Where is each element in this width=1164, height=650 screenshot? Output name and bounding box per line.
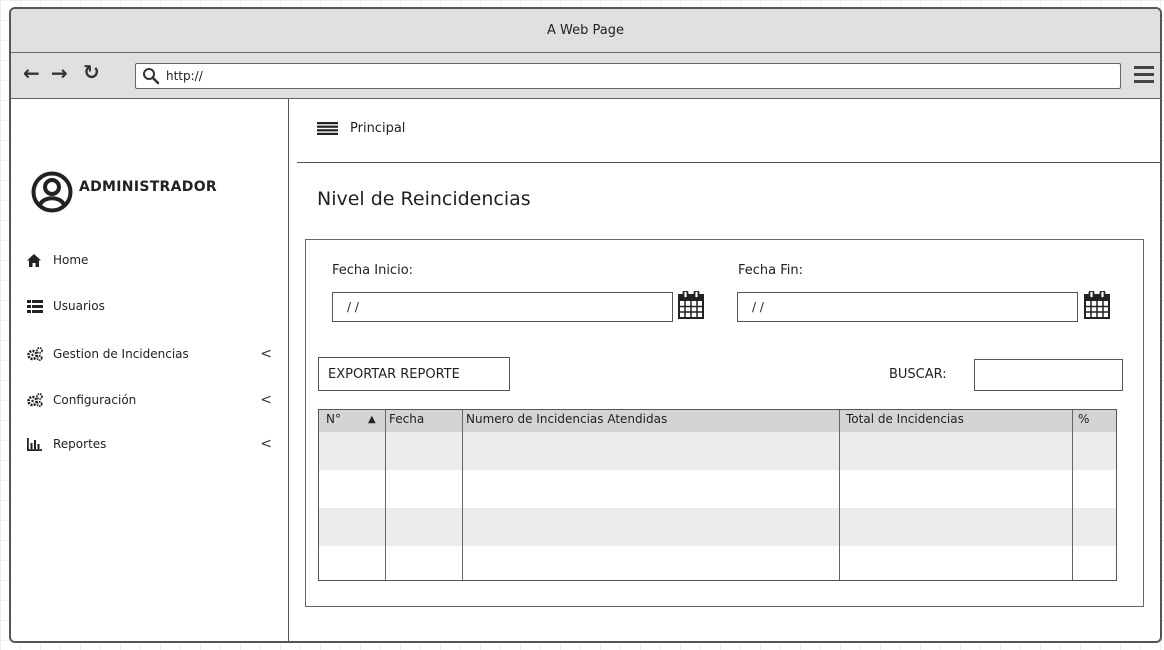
sidebar-item-home[interactable]: Home (27, 249, 272, 271)
sidebar-item-reportes[interactable]: Reportes < (27, 433, 272, 455)
column-divider (385, 410, 386, 580)
title-bar: A Web Page (11, 9, 1160, 53)
browser-window: A Web Page ← → ↻ http:// ADMINISTRADOR H… (9, 7, 1162, 643)
sidebar-item-label: Configuración (53, 393, 137, 407)
header-divider (297, 162, 1160, 163)
search-icon (143, 68, 160, 85)
sidebar-item-configuracion[interactable]: Configuración < (27, 389, 272, 411)
back-arrow-icon[interactable]: ← (23, 63, 40, 83)
sidebar-item-label: Usuarios (53, 299, 105, 313)
window-title: A Web Page (547, 23, 624, 38)
user-profile: ADMINISTRADOR (31, 171, 217, 213)
report-panel: Fecha Inicio: / / Fecha Fin: / / EXPORTA… (305, 239, 1144, 607)
column-header-fecha[interactable]: Fecha (389, 412, 424, 426)
user-name: ADMINISTRADOR (79, 179, 217, 195)
table-row (319, 508, 1116, 546)
cogs-icon (27, 393, 53, 407)
breadcrumb[interactable]: Principal (317, 121, 405, 136)
menu-icon (317, 122, 338, 135)
table-header (319, 410, 1116, 432)
browser-toolbar: ← → ↻ http:// (11, 53, 1160, 99)
column-divider (1072, 410, 1073, 580)
fecha-fin-label: Fecha Fin: (738, 263, 804, 278)
reload-icon[interactable]: ↻ (83, 62, 100, 82)
column-divider (839, 410, 840, 580)
main-content: Principal Nivel de Reincidencias Fecha I… (291, 99, 1160, 641)
user-avatar-icon (31, 171, 73, 213)
column-header-incidencias-atendidas[interactable]: Numero de Incidencias Atendidas (466, 412, 667, 426)
fecha-inicio-label: Fecha Inicio: (332, 263, 414, 278)
fecha-fin-input[interactable]: / / (737, 292, 1078, 322)
breadcrumb-label: Principal (350, 121, 406, 136)
bar-chart-icon (27, 437, 53, 451)
column-header-percent[interactable]: % (1078, 412, 1089, 426)
url-text: http:// (166, 69, 203, 83)
sidebar-item-gestion-incidencias[interactable]: Gestion de Incidencias < (27, 343, 272, 365)
calendar-icon[interactable] (678, 291, 704, 319)
column-header-numero[interactable]: N° (326, 412, 341, 426)
column-divider (462, 410, 463, 580)
address-bar[interactable]: http:// (135, 63, 1121, 89)
sidebar-item-usuarios[interactable]: Usuarios (27, 295, 272, 317)
sidebar: ADMINISTRADOR Home Usuarios Gestion de I… (11, 99, 289, 641)
sidebar-item-label: Gestion de Incidencias (53, 347, 189, 361)
export-report-button[interactable]: EXPORTAR REPORTE (318, 357, 510, 391)
chevron-left-icon: < (260, 392, 272, 408)
search-label: BUSCAR: (889, 367, 947, 382)
hamburger-menu-icon[interactable] (1134, 66, 1154, 84)
search-input[interactable] (974, 359, 1123, 391)
list-icon (27, 299, 53, 313)
fecha-fin-value: / / (752, 300, 764, 314)
page-title: Nivel de Reincidencias (317, 188, 531, 210)
chevron-left-icon: < (260, 436, 272, 452)
sort-ascending-icon[interactable]: ▲ (368, 414, 376, 425)
cogs-icon (27, 347, 53, 361)
table-row (319, 432, 1116, 470)
fecha-inicio-value: / / (347, 300, 359, 314)
sidebar-item-label: Home (53, 253, 89, 267)
calendar-icon[interactable] (1084, 291, 1110, 319)
incidents-table: N° ▲ Fecha Numero de Incidencias Atendid… (318, 409, 1117, 581)
fecha-inicio-input[interactable]: / / (332, 292, 673, 322)
forward-arrow-icon[interactable]: → (51, 63, 68, 83)
column-header-total-incidencias[interactable]: Total de Incidencias (846, 412, 964, 426)
home-icon (27, 253, 53, 267)
sidebar-item-label: Reportes (53, 437, 107, 451)
chevron-left-icon: < (260, 346, 272, 362)
